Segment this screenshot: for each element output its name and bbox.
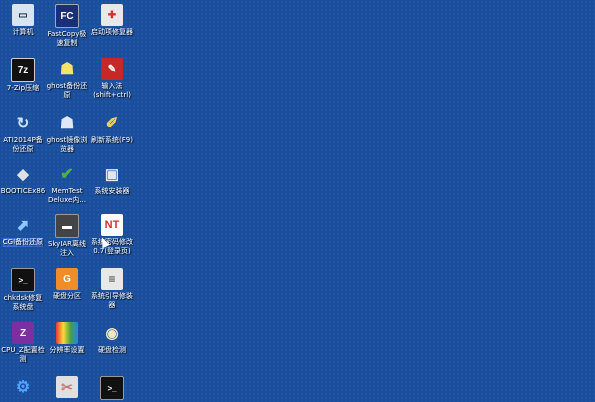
desktop-icon-input-method[interactable]: ✎ 输入法 (shift+ctrl) bbox=[89, 58, 135, 100]
desktop-icon-label: 输入法 (shift+ctrl) bbox=[93, 82, 131, 99]
desktop-icon-label: 硬盘分区 bbox=[53, 292, 81, 300]
desktop-icon-chkdsk[interactable]: >_ chkdsk修复 系统盘 bbox=[0, 268, 46, 312]
installer-icon: ▣ bbox=[104, 166, 120, 183]
desktop-icon-label: ATI2014P备 份还原 bbox=[3, 136, 43, 153]
desktop-icon-cgi[interactable]: ⬈ CGI备份还原 bbox=[0, 214, 46, 247]
resolution-icon bbox=[56, 322, 78, 344]
desktop-icon-label: MemTest Deluxe内... bbox=[48, 187, 86, 204]
desktop-icon-disk-check[interactable]: ◉ 硬盘检测 bbox=[89, 322, 135, 355]
ghost-icon: ☗ bbox=[59, 61, 75, 78]
terminal-icon: >_ bbox=[11, 268, 35, 292]
desktop-icon-refresh-system[interactable]: ✐ 刷新系统(F9) bbox=[89, 112, 135, 145]
desktop-icon-label: ghost镜像浏 览器 bbox=[46, 136, 88, 153]
cpuz-icon: Z bbox=[12, 322, 34, 344]
desktop-icon-console[interactable]: >_ bbox=[89, 376, 135, 402]
desktop-icon-resolution[interactable]: 分辨率设置 bbox=[44, 322, 90, 355]
nt-password-icon: NT bbox=[101, 214, 123, 236]
desktop-icon-cpuz[interactable]: Z CPU_Z配置检 测 bbox=[0, 322, 46, 364]
desktop-icon-label: 7-Zip压缩 bbox=[6, 84, 40, 92]
desktop-icon-settings[interactable]: ⚙ bbox=[0, 376, 46, 400]
desktop-icon-nt-password[interactable]: NT 系统密码修改 0.7(登录页) bbox=[89, 214, 135, 256]
bootice-icon: ◆ bbox=[17, 166, 29, 183]
desktop-icon-7zip[interactable]: 7z 7-Zip压缩 bbox=[0, 58, 46, 93]
desktop-icon-disk-partition[interactable]: G 硬盘分区 bbox=[44, 268, 90, 301]
desktop-icon-label: chkdsk修复 系统盘 bbox=[3, 294, 43, 311]
desktop-icon-label: 硬盘检测 bbox=[98, 346, 126, 354]
skyiar-icon: ▬ bbox=[55, 214, 79, 238]
ghost-browser-icon: ☗ bbox=[59, 115, 75, 132]
desktop-icon-label: 分辨率设置 bbox=[49, 346, 85, 354]
desktop-icon-label: CGI备份还原 bbox=[2, 238, 44, 247]
fastcopy-icon: FC bbox=[55, 4, 79, 28]
desktop-icon-label: 系统密码修改 0.7(登录页) bbox=[91, 238, 133, 255]
disk-check-icon: ◉ bbox=[105, 325, 119, 342]
desktop-icon-memtest[interactable]: ✔ MemTest Deluxe内... bbox=[44, 163, 90, 205]
desktop-icon-label: 刷新系统(F9) bbox=[91, 136, 133, 144]
desktop-icon-startup-repair[interactable]: ✚ 启动项修复器 bbox=[89, 4, 135, 37]
desktop-icon-label: 系统引导修装 器 bbox=[91, 292, 133, 309]
desktop-icon-label: 计算机 bbox=[12, 28, 34, 36]
desktop-icon-system-installer[interactable]: ▣ 系统安装器 bbox=[89, 163, 135, 196]
desktop-icon-skyiar[interactable]: ▬ SkyIAR离线 注入 bbox=[44, 214, 90, 258]
computer-icon: ▭ bbox=[12, 4, 34, 26]
desktop-icon-label: 启动项修复器 bbox=[91, 28, 133, 36]
gears-icon: ⚙ bbox=[15, 379, 31, 396]
boot-repair-icon: ≡ bbox=[101, 268, 123, 290]
console-icon: >_ bbox=[100, 376, 124, 400]
tools-icon: ✂ bbox=[56, 376, 78, 398]
7zip-icon: 7z bbox=[11, 58, 35, 82]
desktop-icon-ghost-backup[interactable]: ☗ ghost备份还 原 bbox=[44, 58, 90, 100]
desktop-icon-ati[interactable]: ↻ ATI2014P备 份还原 bbox=[0, 112, 46, 154]
input-method-icon: ✎ bbox=[101, 58, 123, 80]
diskgenius-icon: G bbox=[56, 268, 78, 290]
broom-icon: ✐ bbox=[105, 115, 119, 132]
desktop-icon-label: CPU_Z配置检 测 bbox=[1, 346, 45, 363]
desktop-icon-computer[interactable]: ▭ 计算机 bbox=[0, 4, 46, 37]
desktop: ▭ 计算机 FC FastCopy极 速复制 ✚ 启动项修复器 7z 7-Zip… bbox=[0, 0, 595, 400]
desktop-icon-ghost-browser[interactable]: ☗ ghost镜像浏 览器 bbox=[44, 112, 90, 154]
desktop-icon-label: 系统安装器 bbox=[94, 187, 130, 195]
desktop-icon-label: ghost备份还 原 bbox=[46, 82, 88, 99]
desktop-icon-label: SkyIAR离线 注入 bbox=[47, 240, 87, 257]
desktop-icon-label: BOOTICEx86 bbox=[0, 187, 46, 195]
desktop-icon-label: FastCopy极 速复制 bbox=[47, 30, 87, 47]
desktop-icon-boot-repair[interactable]: ≡ 系统引导修装 器 bbox=[89, 268, 135, 310]
desktop-icon-bootice[interactable]: ◆ BOOTICEx86 bbox=[0, 163, 46, 196]
toolbox-icon: ✚ bbox=[101, 4, 123, 26]
desktop-icon-fastcopy[interactable]: FC FastCopy极 速复制 bbox=[44, 4, 90, 48]
ati-icon: ↻ bbox=[16, 115, 30, 132]
cgi-icon: ⬈ bbox=[16, 217, 30, 234]
desktop-icon-tools[interactable]: ✂ bbox=[44, 376, 90, 400]
memtest-icon: ✔ bbox=[60, 166, 74, 183]
